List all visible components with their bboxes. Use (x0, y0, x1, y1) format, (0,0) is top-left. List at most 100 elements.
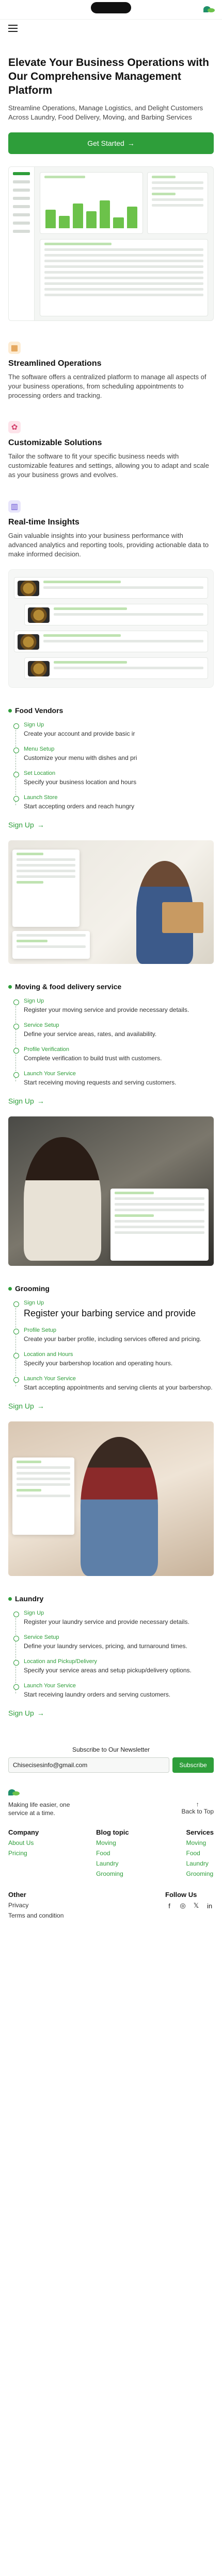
laundry-photo (8, 1421, 214, 1576)
laundry-signup-link[interactable]: Sign Up → (8, 1709, 44, 1717)
arrow-right-icon: → (37, 821, 44, 829)
step-item: Sign Up Register your barbing service and… (13, 1300, 214, 1319)
package-box-figure (162, 902, 203, 933)
step-item: Menu Setup Customize your menu with dishe… (13, 746, 214, 762)
hero-title: Elevate Your Business Operations with Ou… (8, 57, 210, 96)
step-item: Service Setup Define your laundry service… (13, 1634, 214, 1650)
arrow-right-icon: → (37, 1097, 44, 1105)
subscribe-button[interactable]: Subscribe (172, 1757, 214, 1773)
arrow-right-icon: → (127, 139, 135, 147)
steps-list: Sign Up Register your moving service and … (8, 998, 214, 1087)
dashboard-sidebar (9, 167, 35, 320)
footer-link-service-laundry[interactable]: Laundry (186, 1860, 214, 1867)
hero-subtitle: Streamline Operations, Manage Logistics,… (8, 104, 203, 121)
top-bar (0, 0, 222, 20)
food-order-row (24, 657, 208, 679)
moving-section: Moving & food delivery service Sign Up Re… (0, 964, 222, 1106)
twitter-icon[interactable]: 𝕏 (192, 1902, 200, 1910)
menu-hamburger-icon[interactable] (8, 25, 18, 32)
barber-photo (8, 1116, 214, 1266)
appointments-card (110, 1189, 209, 1261)
feature-title: Streamlined Operations (8, 359, 102, 368)
step-item: Set Location Specify your business locati… (13, 770, 214, 786)
dashboard-orders-card (40, 239, 208, 316)
follow-us-label: Follow Us (165, 1891, 197, 1899)
facebook-icon[interactable]: f (165, 1902, 173, 1910)
feature-insights: ▥ Real-time Insights Gain valuable insig… (0, 480, 222, 559)
delivery-status-card (12, 931, 90, 959)
step-item: Launch Your Service Start receiving laund… (13, 1683, 214, 1699)
laundry-order-card (12, 1458, 74, 1535)
moving-signup-link[interactable]: Sign Up → (8, 1097, 44, 1105)
footer-link-service-moving[interactable]: Moving (186, 1839, 214, 1846)
step-item: Launch Your Service Start accepting appoi… (13, 1376, 214, 1392)
section-heading: Food Vendors (8, 706, 214, 715)
feature-text: Gain valuable insights into your busines… (8, 532, 209, 558)
newsletter-email-input[interactable] (8, 1757, 169, 1773)
feature-title: Customizable Solutions (8, 438, 102, 447)
instagram-icon[interactable]: ◎ (179, 1902, 187, 1910)
footer-tagline: Making life easier, one service at a tim… (8, 1801, 70, 1817)
linkedin-icon[interactable]: in (205, 1902, 214, 1910)
footer-link-pricing[interactable]: Pricing (8, 1850, 39, 1857)
step-item: Location and Pickup/Delivery Specify your… (13, 1658, 214, 1674)
section-heading: Laundry (8, 1595, 214, 1603)
feature-customizable: ✿ Customizable Solutions Tailor the soft… (0, 400, 222, 480)
feature-text: The software offers a centralized platfo… (8, 373, 207, 399)
step-item: Profile Verification Complete verificatio… (13, 1046, 214, 1062)
page: Elevate Your Business Operations with Ou… (0, 0, 222, 1951)
footer-services-column: Services Moving Food Laundry Grooming (186, 1828, 214, 1877)
food-order-row (14, 631, 208, 652)
footer-follow-column: Follow Us f ◎ 𝕏 in (165, 1891, 214, 1922)
delivery-photo (8, 840, 214, 964)
steps-list: Sign Up Register your barbing service and… (8, 1300, 214, 1392)
food-signup-link[interactable]: Sign Up → (8, 821, 44, 829)
section-heading: Grooming (8, 1284, 214, 1293)
brand-logo[interactable] (203, 5, 215, 13)
grooming-signup-link[interactable]: Sign Up → (8, 1402, 44, 1410)
step-item: Location and Hours Specify your barbersho… (13, 1351, 214, 1367)
footer-link-about[interactable]: About Us (8, 1839, 39, 1846)
footer-link-service-grooming[interactable]: Grooming (186, 1870, 214, 1877)
bullet-dot-icon (8, 1597, 12, 1601)
footer-link-blog-food[interactable]: Food (96, 1850, 129, 1857)
feature-text: Tailor the software to fit your specific… (8, 452, 209, 479)
footer-logo[interactable] (8, 1788, 214, 1797)
back-to-top-button[interactable]: ↑ Back to Top (182, 1801, 214, 1815)
footer-link-blog-laundry[interactable]: Laundry (96, 1860, 129, 1867)
step-item: Launch Your Service Start receiving movin… (13, 1071, 214, 1087)
hero-section: Elevate Your Business Operations with Ou… (0, 20, 222, 154)
status-notch (91, 2, 131, 13)
bullet-dot-icon (8, 1286, 12, 1291)
get-started-label: Get Started (87, 139, 124, 147)
get-started-button[interactable]: Get Started → (8, 132, 214, 154)
food-order-row (24, 604, 208, 625)
food-order-row (14, 577, 208, 599)
step-item: Sign Up Create your account and provide b… (13, 722, 214, 738)
back-to-top-label: Back to Top (181, 1808, 214, 1815)
section-heading: Moving & food delivery service (8, 982, 214, 991)
footer: Making life easier, one service at a tim… (0, 1780, 222, 1951)
laundry-person-figure (81, 1437, 158, 1576)
palette-icon: ✿ (8, 421, 21, 433)
step-item: Sign Up Register your laundry service and… (13, 1610, 214, 1626)
footer-link-blog-moving[interactable]: Moving (96, 1839, 129, 1846)
insights-preview-image (8, 569, 214, 688)
footer-link-terms[interactable]: Terms and condition (8, 1912, 64, 1919)
steps-list: Sign Up Register your laundry service and… (8, 1610, 214, 1699)
dashboard-stats-card (147, 172, 208, 234)
footer-link-blog-grooming[interactable]: Grooming (96, 1870, 129, 1877)
arrow-right-icon: → (37, 1709, 44, 1717)
bullet-dot-icon (8, 985, 12, 989)
footer-link-service-food[interactable]: Food (186, 1850, 214, 1857)
footer-company-column: Company About Us Pricing (8, 1828, 39, 1857)
arrow-right-icon: → (37, 1402, 44, 1410)
barber-client-figure (24, 1137, 101, 1261)
arrow-up-icon: ↑ (196, 1801, 199, 1808)
feature-streamlined: ▦ Streamlined Operations The software of… (0, 321, 222, 400)
logo-mark-icon (203, 5, 215, 13)
step-item: Launch Store Start accepting orders and r… (13, 794, 214, 810)
footer-blog-column: Blog topic Moving Food Laundry Grooming (96, 1828, 129, 1877)
footer-link-privacy[interactable]: Privacy (8, 1902, 64, 1909)
dashboard-preview-image (8, 166, 214, 321)
